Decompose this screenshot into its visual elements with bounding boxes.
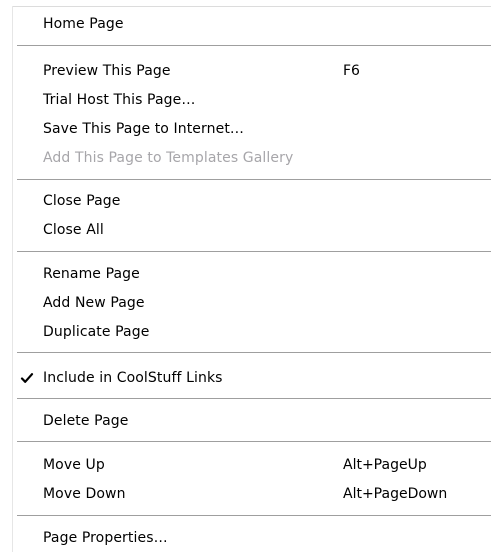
menu-item-delete-page[interactable]: Delete Page — [0, 406, 491, 435]
menu-item-label: Rename Page — [43, 265, 140, 282]
menu-item-label: Home Page — [43, 15, 124, 32]
menu-separator — [17, 398, 491, 399]
menu-item-include-in-coolstuff-links[interactable]: Include in CoolStuff Links — [0, 363, 491, 392]
menu-item-label: Add This Page to Templates Gallery — [43, 149, 294, 166]
menu-item-add-to-templates-gallery: Add This Page to Templates Gallery — [0, 143, 491, 172]
menu-item-duplicate-page[interactable]: Duplicate Page — [0, 317, 491, 346]
menu-item-label: Delete Page — [43, 412, 129, 429]
menu-item-label: Duplicate Page — [43, 323, 150, 340]
menu-item-shortcut: Alt+PageUp — [343, 456, 427, 473]
menu-separator — [17, 251, 491, 252]
menu-top-border — [12, 6, 491, 7]
menu-separator — [17, 441, 491, 442]
menu-item-move-down[interactable]: Move Down Alt+PageDown — [0, 479, 491, 508]
menu-item-label: Include in CoolStuff Links — [43, 369, 223, 386]
menu-item-move-up[interactable]: Move Up Alt+PageUp — [0, 450, 491, 479]
menu-item-label: Close All — [43, 221, 104, 238]
menu-item-close-all[interactable]: Close All — [0, 215, 491, 244]
context-menu: Home Page Preview This Page F6 Trial Hos… — [0, 0, 491, 552]
menu-item-save-this-page-to-internet[interactable]: Save This Page to Internet… — [0, 114, 491, 143]
menu-item-label: Trial Host This Page… — [43, 91, 196, 108]
menu-item-home-page[interactable]: Home Page — [0, 9, 491, 38]
menu-item-label: Preview This Page — [43, 62, 171, 79]
menu-item-page-properties[interactable]: Page Properties… — [0, 523, 491, 552]
menu-item-rename-page[interactable]: Rename Page — [0, 259, 491, 288]
menu-item-close-page[interactable]: Close Page — [0, 186, 491, 215]
menu-item-label: Save This Page to Internet… — [43, 120, 245, 137]
menu-item-add-new-page[interactable]: Add New Page — [0, 288, 491, 317]
menu-separator — [17, 179, 491, 180]
menu-item-label: Move Down — [43, 485, 126, 502]
menu-item-shortcut: Alt+PageDown — [343, 485, 448, 502]
menu-item-trial-host-this-page[interactable]: Trial Host This Page… — [0, 85, 491, 114]
menu-item-label: Add New Page — [43, 294, 145, 311]
menu-separator — [17, 515, 491, 516]
menu-item-label: Close Page — [43, 192, 121, 209]
menu-item-preview-this-page[interactable]: Preview This Page F6 — [0, 56, 491, 85]
menu-separator — [17, 352, 491, 353]
menu-item-label: Page Properties… — [43, 529, 168, 546]
menu-item-label: Move Up — [43, 456, 105, 473]
menu-separator — [17, 45, 491, 46]
checkmark-icon — [20, 371, 34, 385]
menu-item-shortcut: F6 — [343, 62, 360, 79]
